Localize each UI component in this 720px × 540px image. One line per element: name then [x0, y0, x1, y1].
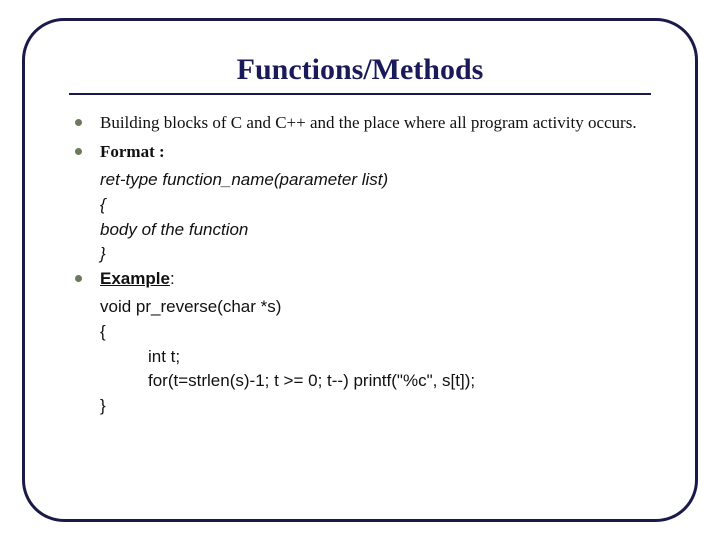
example-colon: :	[170, 269, 175, 288]
format-line: ret-type function_name(parameter list)	[100, 168, 651, 193]
example-label: Example	[100, 269, 170, 288]
title-underline	[69, 93, 651, 95]
slide-title: Functions/Methods	[69, 53, 651, 87]
example-line: for(t=strlen(s)-1; t >= 0; t--) printf("…	[148, 369, 651, 394]
example-line: }	[100, 394, 651, 419]
example-line: void pr_reverse(char *s)	[100, 295, 651, 320]
bullet-text: Building blocks of C and C++ and the pla…	[100, 111, 651, 136]
format-label: Format :	[100, 142, 165, 161]
format-line: body of the function	[100, 218, 651, 243]
format-block: ret-type function_name(parameter list) {…	[100, 168, 651, 267]
example-line: int t;	[148, 345, 651, 370]
example-line: {	[100, 320, 651, 345]
slide-frame: Functions/Methods Building blocks of C a…	[22, 18, 698, 522]
example-block: void pr_reverse(char *s) { int t; for(t=…	[100, 295, 651, 418]
slide-content: Building blocks of C and C++ and the pla…	[69, 111, 651, 419]
bullet-icon	[75, 275, 82, 282]
bullet-text: Format :	[100, 140, 651, 165]
bullet-icon	[75, 148, 82, 155]
bullet-item: Format :	[75, 140, 651, 165]
format-line: }	[100, 242, 651, 267]
format-line: {	[100, 193, 651, 218]
bullet-text: Example:	[100, 267, 651, 292]
bullet-item: Building blocks of C and C++ and the pla…	[75, 111, 651, 136]
bullet-item: Example:	[75, 267, 651, 292]
bullet-icon	[75, 119, 82, 126]
